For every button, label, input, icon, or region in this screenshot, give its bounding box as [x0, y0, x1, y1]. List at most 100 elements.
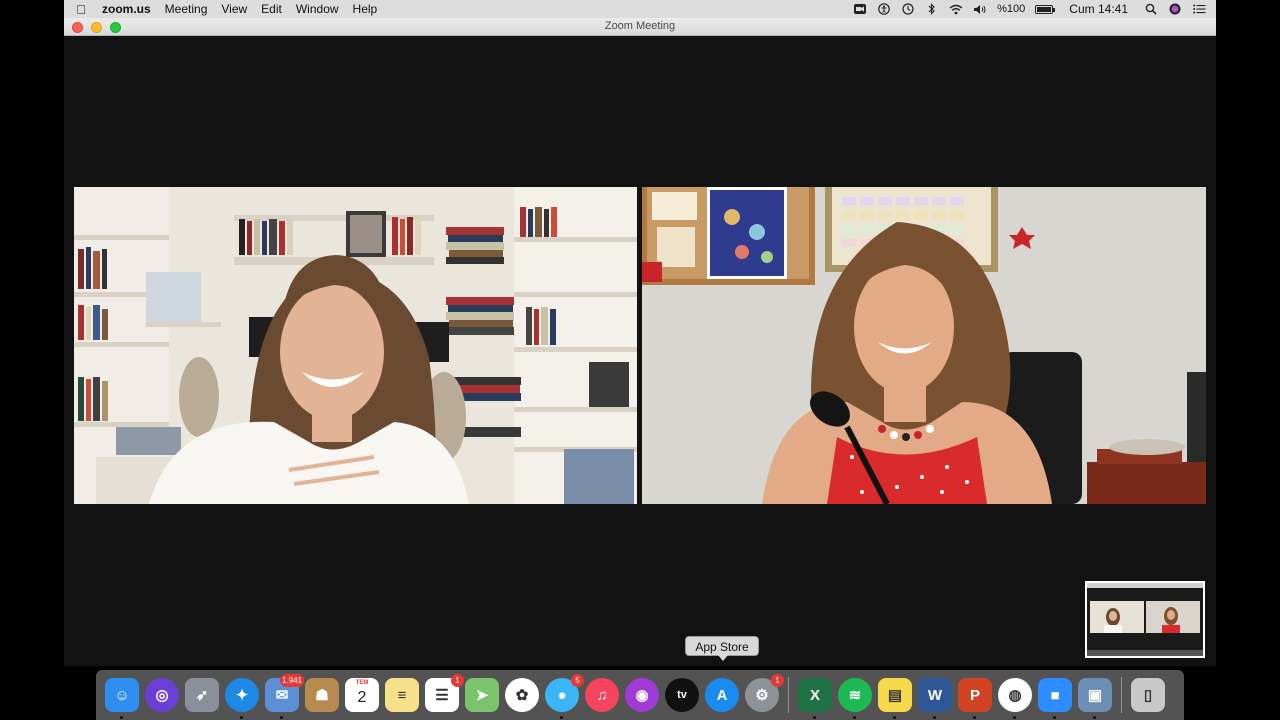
siri-icon[interactable] [1168, 3, 1182, 15]
running-indicator [813, 716, 816, 719]
dock-item-notes[interactable]: ≡ [385, 678, 419, 712]
notification-badge: 1 [771, 674, 784, 687]
running-indicator [120, 716, 123, 719]
menu-edit[interactable]: Edit [261, 2, 282, 16]
dock-item-calendar[interactable]: TEM 2 [345, 678, 379, 712]
dock-item-zoom[interactable]: ■ [1038, 678, 1072, 719]
status-area: %100 Cum 14:41 [853, 2, 1206, 16]
dock-tooltip: App Store [685, 636, 759, 661]
podcasts-icon: ◉ [635, 687, 649, 704]
word-icon: W [927, 686, 943, 704]
notes-icon: ≡ [397, 686, 407, 704]
notification-center-icon[interactable] [1192, 3, 1206, 15]
dock-item-trash[interactable]: ▯ [1131, 678, 1165, 712]
running-indicator [853, 716, 856, 719]
dock-item-maps[interactable]: ➤ [465, 678, 499, 712]
calendar-icon: 2 [357, 689, 367, 706]
running-indicator [1053, 716, 1056, 719]
zoom-status-icon[interactable] [853, 3, 867, 15]
excel-icon: X [809, 686, 820, 704]
preview-icon: ▣ [1087, 687, 1103, 704]
messages-icon: ● [557, 686, 567, 704]
appstore-icon: A [716, 686, 728, 704]
dock-item-finder[interactable]: ☺ [105, 678, 139, 719]
gallery-thumbnail[interactable] [1085, 581, 1205, 658]
reminders-icon: ☰ [435, 687, 449, 704]
gallery-thumbnail-image [1087, 583, 1203, 656]
dock-item-photos[interactable]: ✿ [505, 678, 539, 712]
menu-meeting[interactable]: Meeting [165, 2, 208, 16]
rocket-icon: ➶ [195, 687, 209, 704]
dock-item-launchpad[interactable]: ➶ [185, 678, 219, 712]
battery-icon[interactable] [1035, 4, 1056, 14]
running-indicator [1093, 716, 1096, 719]
participant-video-left-frame [74, 187, 637, 504]
music-icon: ♫ [596, 686, 608, 704]
notification-badge: 5 [571, 674, 584, 687]
trash-icon: ▯ [1143, 687, 1153, 704]
dock-item-contacts[interactable]: ☗ [305, 678, 339, 712]
tv-icon: tv [677, 689, 687, 701]
dock-separator [788, 677, 789, 713]
dock: ☺ ◎ ➶ ✦ ✉ 1.941 ☗ TEM 2 ≡ ☰ 1 ➤ ✿ ● 5 ♫ ◉ tv A ⚙ 1 X ≋ ▤ W P ◍ ■ ▣ ▯ [96, 670, 1184, 720]
time-machine-icon[interactable] [901, 3, 915, 15]
dock-item-spotify[interactable]: ≋ [838, 678, 872, 719]
spotify-icon: ≋ [848, 687, 862, 704]
running-indicator [280, 716, 283, 719]
spotlight-search-icon[interactable] [1144, 3, 1158, 15]
participant-video-left[interactable] [74, 187, 637, 504]
menu-window[interactable]: Window [296, 2, 339, 16]
participant-video-right[interactable] [642, 187, 1206, 504]
running-indicator [1013, 716, 1016, 719]
siri-icon: ◎ [155, 687, 169, 704]
powerpoint-icon: P [969, 686, 980, 704]
stickies-icon: ▤ [887, 687, 903, 704]
window-title: Zoom Meeting [604, 20, 676, 32]
dock-item-mail[interactable]: ✉ 1.941 [265, 674, 304, 719]
contacts-icon: ☗ [315, 687, 329, 704]
participant-video-right-frame [642, 187, 1206, 504]
running-indicator [893, 716, 896, 719]
dock-item-tv[interactable]: tv [665, 678, 699, 712]
dock-separator [1121, 677, 1122, 713]
menu-bar:  zoom.us Meeting View Edit Window Help … [64, 0, 1216, 18]
dock-item-siri[interactable]: ◎ [145, 678, 179, 712]
dock-item-music[interactable]: ♫ [585, 678, 619, 712]
notification-badge: 1.941 [279, 674, 304, 687]
dock-item-excel[interactable]: X [798, 678, 832, 719]
dock-item-system-preferences[interactable]: ⚙ 1 [745, 674, 784, 712]
dock-item-stickies[interactable]: ▤ [878, 678, 912, 719]
running-indicator [933, 716, 936, 719]
dock-item-podcasts[interactable]: ◉ [625, 678, 659, 712]
dock-item-safari[interactable]: ✦ [225, 678, 259, 719]
dock-item-reminders[interactable]: ☰ 1 [425, 674, 464, 712]
calendar-month: TEM [355, 680, 369, 686]
dock-item-messages[interactable]: ● 5 [545, 674, 584, 719]
mail-stamp-icon: ✉ [275, 687, 289, 704]
volume-icon[interactable] [973, 3, 987, 15]
photos-icon: ✿ [515, 687, 529, 704]
bluetooth-icon[interactable] [925, 3, 939, 15]
window-titlebar[interactable]: Zoom Meeting [64, 18, 1216, 36]
chrome-icon: ◍ [1008, 687, 1022, 704]
compass-icon: ✦ [235, 687, 249, 704]
gear-icon: ⚙ [755, 687, 769, 704]
zoom-camera-icon: ■ [1050, 686, 1060, 704]
running-indicator [973, 716, 976, 719]
finder-icon: ☺ [114, 686, 130, 704]
menu-app-name[interactable]: zoom.us [102, 2, 151, 16]
battery-percent: %100 [997, 3, 1026, 15]
apple-icon[interactable]:  [74, 2, 88, 17]
dock-item-app-store[interactable]: A [705, 678, 739, 712]
dock-item-word[interactable]: W [918, 678, 952, 719]
dock-item-powerpoint[interactable]: P [958, 678, 992, 719]
wifi-icon[interactable] [949, 3, 963, 15]
dock-item-preview[interactable]: ▣ [1078, 678, 1112, 719]
menu-help[interactable]: Help [353, 2, 378, 16]
dock-item-chrome[interactable]: ◍ [998, 678, 1032, 719]
accessibility-icon[interactable] [877, 3, 891, 15]
menu-view[interactable]: View [221, 2, 247, 16]
clock[interactable]: Cum 14:41 [1069, 2, 1128, 16]
battery-fill [1037, 6, 1052, 12]
running-indicator [240, 716, 243, 719]
